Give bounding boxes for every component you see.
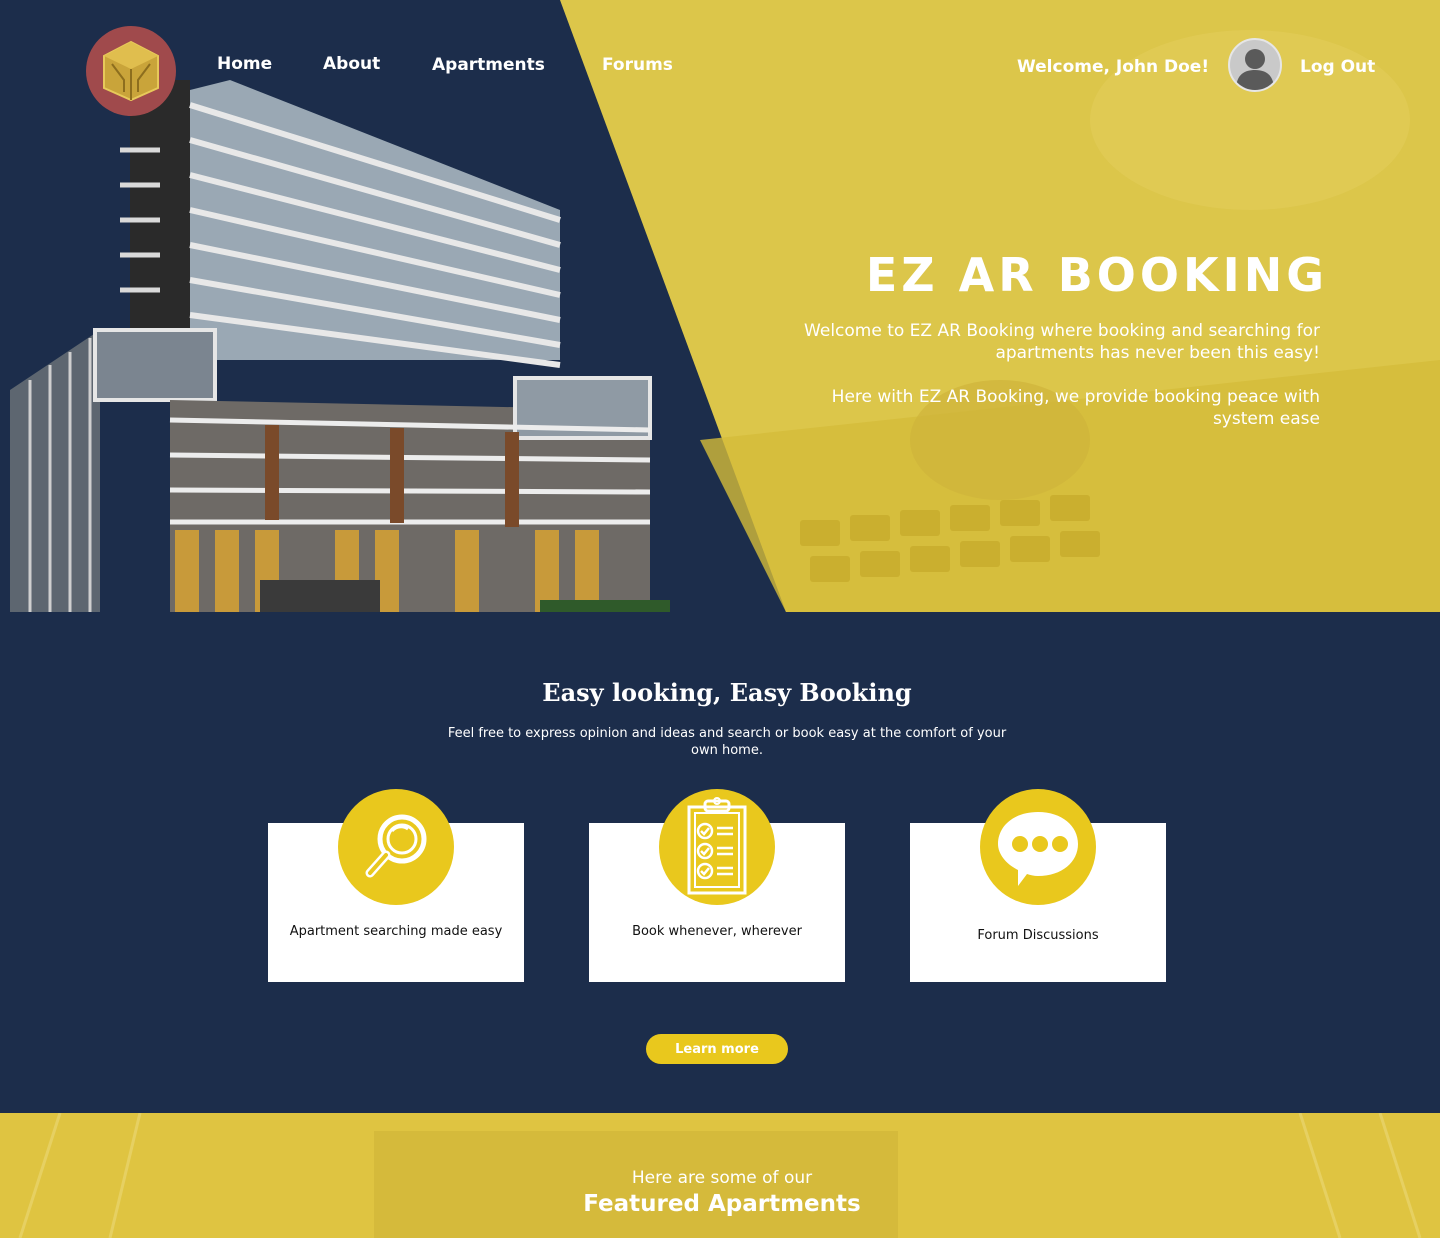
learn-more-button[interactable]: Learn more [646,1034,788,1064]
hero-section: Home About Apartments Forums Welcome, Jo… [0,0,1440,612]
user-silhouette-icon [1236,49,1274,90]
logout-link[interactable]: Log Out [1300,57,1375,77]
nav-about-link[interactable]: About [323,54,380,74]
welcome-message: Welcome, John Doe! [1017,57,1210,77]
feature-card-label: Forum Discussions [977,928,1099,943]
apartment-building-image [10,80,670,612]
nav-home-link[interactable]: Home [217,54,272,74]
featured-intro-text: Here are some of our [631,1168,813,1188]
magnifier-icon [338,789,454,905]
hero-title: EZ AR BOOKING [865,248,1328,302]
hero-paragraph-intro: Welcome to EZ AR Booking where booking a… [804,321,1320,363]
hero-paragraph-tagline: Here with EZ AR Booking, we provide book… [831,387,1320,429]
feature-card-label: Apartment searching made easy [289,924,503,939]
features-heading: Easy looking, Easy Booking [542,678,912,707]
chat-bubble-icon [980,789,1096,905]
main-navigation: Home About Apartments Forums [0,54,1440,78]
featured-apartments-heading: Featured Apartments [583,1191,861,1217]
nav-forums-link[interactable]: Forums [602,55,673,75]
nav-apartments-link[interactable]: Apartments [432,55,545,75]
feature-card-label: Book whenever, wherever [632,924,802,939]
user-avatar[interactable] [1228,38,1282,92]
features-subtitle: Feel free to express opinion and ideas a… [447,726,1007,758]
clipboard-checklist-icon [659,789,775,905]
